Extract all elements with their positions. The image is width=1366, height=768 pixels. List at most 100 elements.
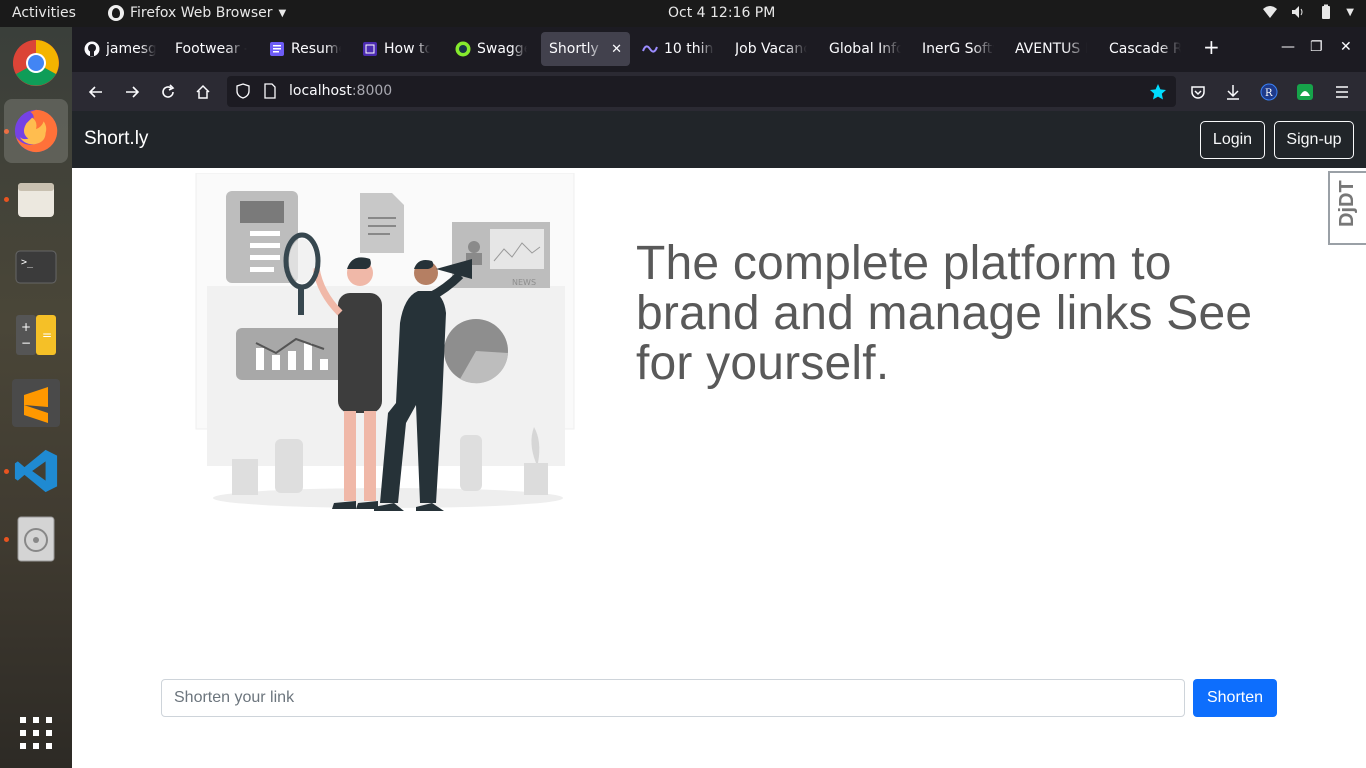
- vscode-icon: [14, 449, 58, 493]
- hero-heading: The complete platform to brand and manag…: [636, 237, 1253, 390]
- page-info-icon[interactable]: [263, 83, 277, 99]
- tab-swagger[interactable]: Swagge: [447, 32, 535, 66]
- extension-green-icon: [1297, 84, 1313, 100]
- svg-text:R: R: [1265, 88, 1273, 99]
- calculator-icon: + − =: [16, 315, 56, 355]
- shorten-form: Shorten: [161, 679, 1277, 717]
- extension-green-button[interactable]: [1292, 79, 1318, 105]
- shield-icon[interactable]: [235, 83, 251, 99]
- forward-button[interactable]: [119, 79, 145, 105]
- dock: >_ + − =: [0, 27, 72, 768]
- clock[interactable]: Oct 4 12:16 PM: [668, 5, 775, 21]
- terminal-launcher[interactable]: >_: [12, 243, 60, 291]
- volume-icon: [1292, 6, 1303, 18]
- show-apps-button[interactable]: [12, 709, 60, 757]
- close-tab-icon[interactable]: ✕: [611, 42, 622, 57]
- hero-illustration: NEWS: [195, 173, 575, 511]
- brand-logo[interactable]: Short.ly: [84, 128, 148, 150]
- web-page: Short.ly Login Sign-up NEWS The complete…: [72, 111, 1366, 768]
- chrome-launcher[interactable]: [12, 39, 60, 87]
- app-menu[interactable]: Firefox Web Browser ▼: [108, 5, 286, 21]
- django-debug-toolbar-handle[interactable]: DjDT: [1328, 171, 1366, 245]
- site-navbar: Short.ly Login Sign-up: [72, 111, 1366, 168]
- tray-caret-icon: ▼: [1346, 6, 1354, 18]
- signup-button[interactable]: Sign-up: [1274, 121, 1354, 159]
- running-indicator: [4, 537, 9, 542]
- svg-text:=: =: [42, 328, 52, 342]
- tab-resume[interactable]: Resume: [261, 32, 349, 66]
- firefox-mini-icon: [108, 5, 124, 21]
- disk-launcher[interactable]: [12, 515, 60, 563]
- show-apps-icon: [20, 717, 52, 749]
- reload-button[interactable]: [155, 79, 181, 105]
- pocket-button[interactable]: [1185, 79, 1211, 105]
- wifi-icon: [1263, 6, 1278, 18]
- navigation-toolbar: localhost:8000 R: [72, 72, 1366, 111]
- terminal-icon: >_: [15, 250, 57, 284]
- close-window-icon[interactable]: ✕: [1340, 39, 1352, 55]
- files-icon: [18, 183, 54, 217]
- svg-text:>_: >_: [21, 257, 34, 268]
- shorten-link-input[interactable]: [161, 679, 1185, 717]
- bookmark-star-icon[interactable]: [1149, 83, 1167, 101]
- battery-icon: [1322, 4, 1331, 19]
- shorten-button[interactable]: Shorten: [1193, 679, 1277, 717]
- tab-strip: jamesg Footwear - Resume How to Swagge S…: [72, 27, 1366, 72]
- tab-job-vacancy[interactable]: Job Vacanc: [727, 32, 815, 66]
- activities-button[interactable]: Activities: [12, 5, 76, 21]
- running-indicator: [4, 469, 9, 474]
- running-indicator: [4, 197, 9, 202]
- pocket-icon: [1191, 86, 1205, 99]
- chrome-icon: [13, 40, 59, 86]
- files-launcher[interactable]: [12, 175, 60, 223]
- system-top-bar: Activities Firefox Web Browser ▼ Oct 4 1…: [0, 0, 1366, 27]
- swagger-icon: [455, 41, 471, 57]
- reload-icon: [162, 84, 175, 98]
- sublime-text-icon: [12, 379, 60, 427]
- tab-10-things[interactable]: 10 thing: [634, 32, 722, 66]
- caret-down-icon: ▼: [278, 7, 287, 19]
- new-tab-icon[interactable]: +: [1203, 35, 1220, 59]
- disk-icon: [17, 516, 55, 562]
- wave-icon: [642, 45, 658, 53]
- djdt-label: DjDT: [1336, 180, 1358, 227]
- app-menu-label: Firefox Web Browser: [130, 5, 273, 21]
- url-text[interactable]: localhost:8000: [289, 83, 392, 99]
- url-bar[interactable]: localhost:8000: [227, 76, 1176, 107]
- tab-shortly[interactable]: Shortly | ✕: [541, 32, 630, 66]
- doc-icon: [270, 42, 284, 56]
- extension-r-button[interactable]: R: [1256, 79, 1282, 105]
- tab-github[interactable]: jamesg: [76, 32, 164, 66]
- back-button[interactable]: [83, 79, 109, 105]
- forward-arrow-icon: [126, 86, 140, 98]
- tab-aventus[interactable]: AVENTUS I: [1007, 32, 1095, 66]
- svg-text:+: +: [21, 320, 31, 334]
- home-icon: [196, 84, 210, 99]
- page-icon: [363, 42, 377, 56]
- sublime-launcher[interactable]: [12, 379, 60, 427]
- vscode-launcher[interactable]: [12, 447, 60, 495]
- firefox-launcher[interactable]: [4, 99, 68, 163]
- firefox-icon: [14, 109, 58, 153]
- download-icon: [1227, 85, 1239, 100]
- svg-text:−: −: [21, 336, 31, 350]
- github-icon: [84, 41, 100, 57]
- back-arrow-icon: [88, 86, 102, 98]
- extension-r-icon: R: [1260, 83, 1278, 101]
- svg-text:NEWS: NEWS: [512, 278, 536, 287]
- tab-footwear[interactable]: Footwear -: [167, 32, 255, 66]
- minimize-icon[interactable]: —: [1281, 39, 1295, 55]
- login-button[interactable]: Login: [1200, 121, 1265, 159]
- home-button[interactable]: [190, 79, 216, 105]
- hamburger-icon: [1336, 86, 1348, 98]
- tab-how-to[interactable]: How to: [354, 32, 438, 66]
- firefox-window: jamesg Footwear - Resume How to Swagge S…: [72, 27, 1366, 768]
- tab-inerg[interactable]: InerG Softv: [914, 32, 1002, 66]
- downloads-button[interactable]: [1220, 79, 1246, 105]
- tab-global-info[interactable]: Global Info: [821, 32, 909, 66]
- tab-cascade[interactable]: Cascade Re: [1101, 32, 1189, 66]
- calculator-launcher[interactable]: + − =: [12, 311, 60, 359]
- system-tray[interactable]: ▼: [1262, 4, 1354, 20]
- app-menu-button[interactable]: [1329, 79, 1355, 105]
- restore-icon[interactable]: ❐: [1310, 39, 1323, 55]
